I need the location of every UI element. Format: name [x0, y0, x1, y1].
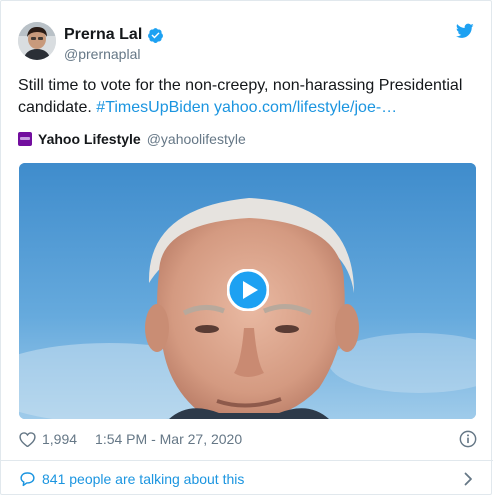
avatar-image [18, 22, 56, 60]
tweet-header: Prerna Lal @prernaplal [18, 17, 478, 65]
twitter-bird-icon[interactable] [455, 23, 474, 39]
embedded-tweet-card: Prerna Lal @prernaplal Still time to vot… [0, 0, 493, 495]
footer-divider [1, 460, 493, 461]
conversation-link[interactable]: 841 people are talking about this [19, 469, 477, 489]
conversation-count-text: 841 people are talking about this [42, 471, 245, 487]
author-name-row: Prerna Lal [64, 25, 164, 45]
verified-badge-icon [147, 27, 164, 44]
avatar[interactable] [18, 22, 56, 60]
heart-icon[interactable] [19, 431, 36, 447]
info-icon[interactable] [459, 430, 477, 448]
tweet-hashtag-link[interactable]: #TimesUpBiden [96, 99, 209, 116]
video-thumbnail[interactable] [19, 163, 476, 419]
media-source-attribution[interactable]: Yahoo Lifestyle @yahoolifestyle [18, 129, 246, 149]
author-handle[interactable]: @prernaplal [64, 46, 140, 62]
chevron-right-icon [464, 472, 473, 486]
tweet-meta-row: 1,994 1:54 PM - Mar 27, 2020 [19, 429, 477, 449]
tweet-text: Still time to vote for the non-creepy, n… [18, 75, 473, 119]
tweet-url-link[interactable]: yahoo.com/lifestyle/joe-… [214, 99, 397, 116]
source-handle: @yahoolifestyle [146, 131, 246, 147]
speech-bubble-icon [19, 471, 36, 487]
source-name: Yahoo Lifestyle [38, 131, 141, 147]
like-count[interactable]: 1,994 [42, 431, 77, 447]
author-display-name[interactable]: Prerna Lal [64, 26, 142, 44]
play-icon[interactable] [227, 269, 269, 311]
tweet-timestamp[interactable]: 1:54 PM - Mar 27, 2020 [95, 431, 242, 447]
yahoo-logo-icon [18, 132, 32, 146]
